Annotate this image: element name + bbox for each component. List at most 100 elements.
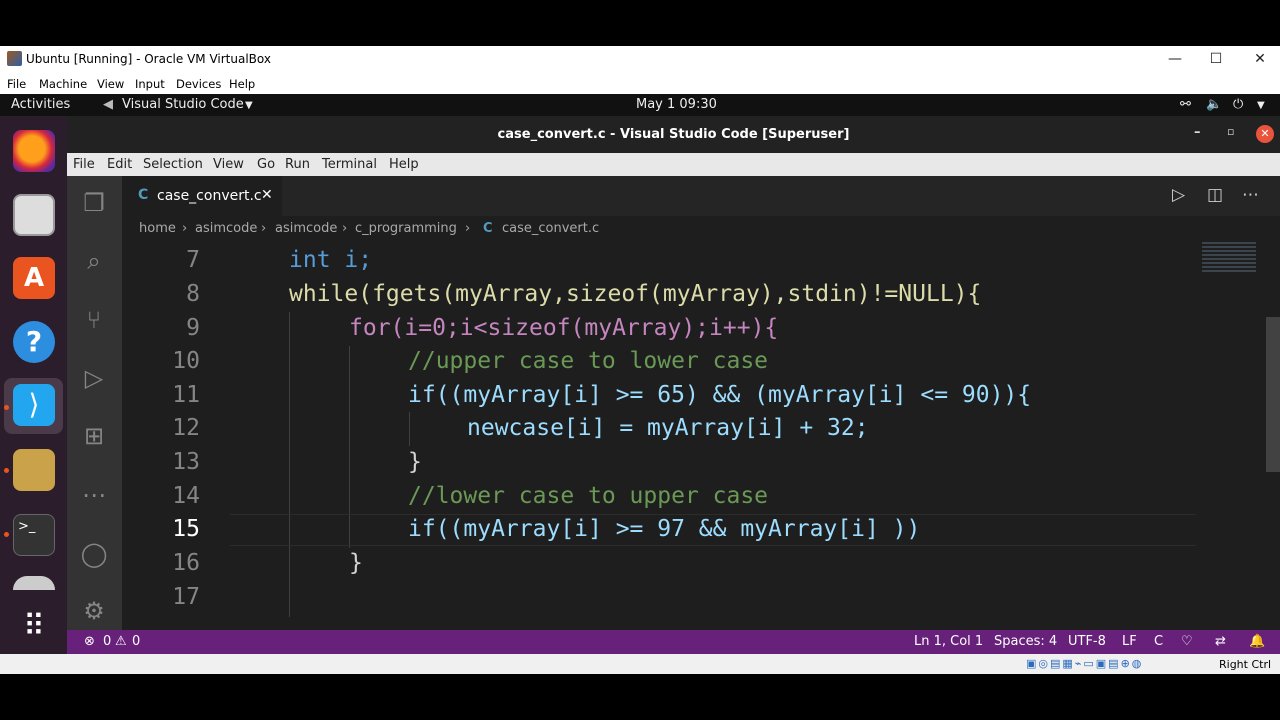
vscode-close-icon[interactable]: ✕ (1256, 125, 1274, 143)
maximize-icon[interactable]: ☐ (1196, 49, 1236, 69)
indent-guide (289, 312, 290, 617)
line-number: 7 (186, 247, 200, 273)
vbox-device-icons[interactable]: ▣◎▤▦⌁▭▣▤⊕◍ (1026, 657, 1143, 670)
settings-gear-icon[interactable]: ⚙ (80, 597, 108, 625)
line-number: 12 (172, 415, 200, 441)
vbox-menu-file[interactable]: File (7, 77, 26, 91)
line-number: 11 (172, 382, 200, 408)
indent-guide (409, 412, 410, 446)
status-bar: ⊗ 0 ⚠ 0 Ln 1, Col 1 Spaces: 4 UTF-8 LF C… (67, 630, 1280, 654)
tab-case-convert[interactable]: C case_convert.c ✕ (122, 176, 282, 216)
line-number-active: 15 (172, 516, 200, 542)
app-menu-chevron-icon[interactable]: ▼ (245, 100, 253, 111)
accounts-icon[interactable]: ◯ (80, 540, 108, 568)
line-number: 16 (172, 550, 200, 576)
breadcrumb-asimcode[interactable]: asimcode (195, 221, 257, 236)
tab-close-icon[interactable]: ✕ (261, 187, 273, 203)
power-icon[interactable]: ⏻ (1233, 97, 1243, 112)
vscode-window-title: case_convert.c - Visual Studio Code [Sup… (497, 127, 850, 142)
menu-run[interactable]: Run (285, 157, 310, 172)
vscode-maximize-icon[interactable]: ▫ (1227, 125, 1234, 138)
menu-go[interactable]: Go (257, 157, 275, 172)
running-indicator (4, 532, 9, 537)
gnome-top-bar: Activities ◀ Visual Studio Code ▼ May 1 … (0, 94, 1280, 116)
network-icon[interactable]: ⚯ (1180, 97, 1191, 112)
code-line: int i; (289, 247, 373, 273)
show-applications-icon[interactable]: ⠿ (13, 606, 55, 648)
split-editor-icon[interactable]: ◫ (1207, 185, 1223, 205)
vbox-menu-devices[interactable]: Devices (176, 77, 221, 91)
line-number: 17 (172, 584, 200, 610)
code-comment: //lower case to upper case (408, 483, 769, 509)
vscode-icon[interactable]: ⟩ (13, 384, 55, 426)
run-debug-icon[interactable]: ▷ (80, 364, 108, 392)
editor-more-icon[interactable]: ⋯ (1242, 185, 1259, 205)
breadcrumb-separator-icon: › (342, 221, 348, 236)
end-of-line[interactable]: LF (1122, 634, 1137, 649)
clock[interactable]: May 1 09:30 (636, 97, 717, 112)
running-indicator (4, 468, 9, 473)
vertical-scrollbar[interactable] (1266, 317, 1280, 472)
language-mode[interactable]: C (1154, 634, 1163, 649)
explorer-icon[interactable]: ❐ (80, 189, 108, 217)
help-icon[interactable]: ? (13, 321, 55, 363)
vbox-menubar: File Machine View Input Devices Help (0, 72, 1280, 94)
files-icon[interactable] (13, 194, 55, 236)
activity-bar: ❐ ⌕ ⑂ ▷ ⊞ ⋯ ◯ ⚙ (67, 176, 122, 630)
menu-terminal[interactable]: Terminal (322, 157, 377, 172)
warnings-count[interactable]: 0 (132, 634, 140, 649)
code-line-active: if((myArray[i] >= 97 && myArray[i] )) (408, 516, 921, 542)
menu-view[interactable]: View (213, 157, 244, 172)
menu-selection[interactable]: Selection (143, 157, 203, 172)
search-icon[interactable]: ⌕ (80, 247, 108, 275)
vbox-menu-input[interactable]: Input (135, 77, 165, 91)
run-file-icon[interactable]: ▷ (1172, 185, 1185, 205)
virtualbox-logo-icon (7, 51, 22, 66)
notifications-bell-icon[interactable]: 🔔 (1249, 634, 1265, 649)
vscode-menubar: File Edit Selection View Go Run Terminal… (67, 153, 1280, 176)
trash-icon[interactable] (13, 576, 55, 590)
vbox-menu-machine[interactable]: Machine (39, 77, 87, 91)
source-control-icon[interactable]: ⑂ (80, 306, 108, 334)
menu-edit[interactable]: Edit (107, 157, 132, 172)
menu-help[interactable]: Help (389, 157, 419, 172)
terminal-icon[interactable]: >_ (13, 514, 55, 556)
running-indicator (4, 405, 9, 410)
code-editor[interactable]: 7 8 9 10 11 12 13 14 15 16 17 int i; whi… (122, 242, 1280, 630)
vscode-minimize-icon[interactable]: – (1194, 125, 1201, 140)
close-icon[interactable]: ✕ (1240, 49, 1280, 69)
errors-count[interactable]: 0 (103, 634, 111, 649)
minimap[interactable] (1202, 242, 1256, 274)
host-key-label: Right Ctrl (1219, 658, 1272, 671)
live-share-icon[interactable]: ⇄ (1215, 634, 1226, 649)
system-menu-chevron-icon[interactable]: ▼ (1257, 100, 1265, 111)
indentation[interactable]: Spaces: 4 (994, 634, 1057, 649)
vbox-menu-help[interactable]: Help (229, 77, 255, 91)
software-center-icon[interactable]: A (13, 257, 55, 299)
breadcrumb-home[interactable]: home (139, 221, 176, 236)
extensions-icon[interactable]: ⊞ (80, 422, 108, 450)
volume-icon[interactable]: 🔈 (1206, 97, 1222, 112)
minimize-icon[interactable]: — (1155, 49, 1195, 69)
encoding[interactable]: UTF-8 (1068, 634, 1106, 649)
breadcrumb-asimcode-2[interactable]: asimcode (275, 221, 337, 236)
cursor-position[interactable]: Ln 1, Col 1 (914, 634, 983, 649)
breadcrumb-separator-icon: › (465, 221, 471, 236)
line-number: 9 (186, 315, 200, 341)
activities-button[interactable]: Activities (11, 97, 70, 112)
vbox-menu-view[interactable]: View (97, 77, 124, 91)
breadcrumb-c-programming[interactable]: c_programming (355, 221, 457, 236)
more-icon[interactable]: ⋯ (80, 481, 108, 509)
archive-manager-icon[interactable] (13, 449, 55, 491)
app-menu[interactable]: Visual Studio Code (122, 97, 244, 112)
vbox-titlebar: Ubuntu [Running] - Oracle VM VirtualBox … (0, 46, 1280, 72)
breadcrumb-file[interactable]: case_convert.c (502, 221, 599, 236)
menu-file[interactable]: File (73, 157, 95, 172)
line-number: 14 (172, 483, 200, 509)
feedback-icon[interactable]: ♡ (1181, 634, 1193, 649)
screen: Ubuntu [Running] - Oracle VM VirtualBox … (0, 0, 1280, 720)
vscode-titlebar: case_convert.c - Visual Studio Code [Sup… (67, 116, 1280, 153)
warnings-icon[interactable]: ⚠ (115, 634, 127, 649)
errors-icon[interactable]: ⊗ (84, 634, 95, 649)
firefox-icon[interactable] (13, 130, 55, 172)
